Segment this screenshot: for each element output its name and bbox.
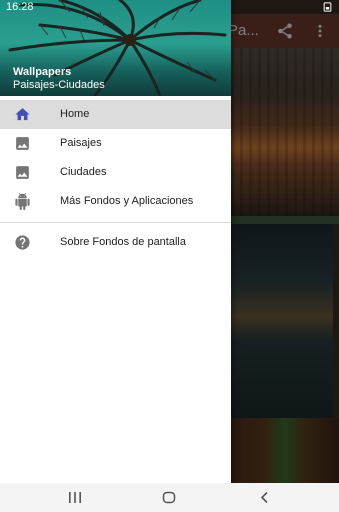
image-icon xyxy=(16,137,29,150)
menu-item-label: Sobre Fondos de pantalla xyxy=(60,236,186,248)
menu-item-ciudades[interactable]: Ciudades xyxy=(0,158,231,187)
image-icon xyxy=(16,166,29,179)
menu-divider xyxy=(0,222,231,223)
menu-item-mas-fondos[interactable]: Más Fondos y Aplicaciones xyxy=(0,187,231,216)
menu-item-home[interactable]: Home xyxy=(0,100,231,129)
drawer-header: Wallpapers Paisajes-Ciudades xyxy=(0,0,231,96)
recent-apps-icon[interactable] xyxy=(68,491,82,504)
menu-item-label: Ciudades xyxy=(60,166,107,178)
help-icon xyxy=(15,235,30,250)
android-icon xyxy=(15,193,30,210)
back-icon[interactable] xyxy=(258,491,272,504)
menu-item-paisajes[interactable]: Paisajes xyxy=(0,129,231,158)
status-bar: 16:28 xyxy=(0,0,339,14)
app-name: Wallpapers xyxy=(13,66,72,78)
menu-item-label: Home xyxy=(60,108,90,120)
drawer-menu: Home Paisajes Ciudades Más Fondos y Apli… xyxy=(0,100,231,257)
system-navigation-bar xyxy=(0,483,339,512)
notification-icon xyxy=(323,2,332,12)
status-clock: 16:28 xyxy=(6,1,34,13)
app-subtitle: Paisajes-Ciudades xyxy=(13,79,105,91)
menu-item-label: Más Fondos y Aplicaciones xyxy=(60,195,194,207)
home-button-icon[interactable] xyxy=(162,491,176,504)
menu-item-sobre[interactable]: Sobre Fondos de pantalla xyxy=(0,228,231,257)
home-icon xyxy=(15,108,30,121)
menu-item-label: Paisajes xyxy=(60,137,102,149)
navigation-drawer: Wallpapers Paisajes-Ciudades Home Paisaj… xyxy=(0,0,231,483)
